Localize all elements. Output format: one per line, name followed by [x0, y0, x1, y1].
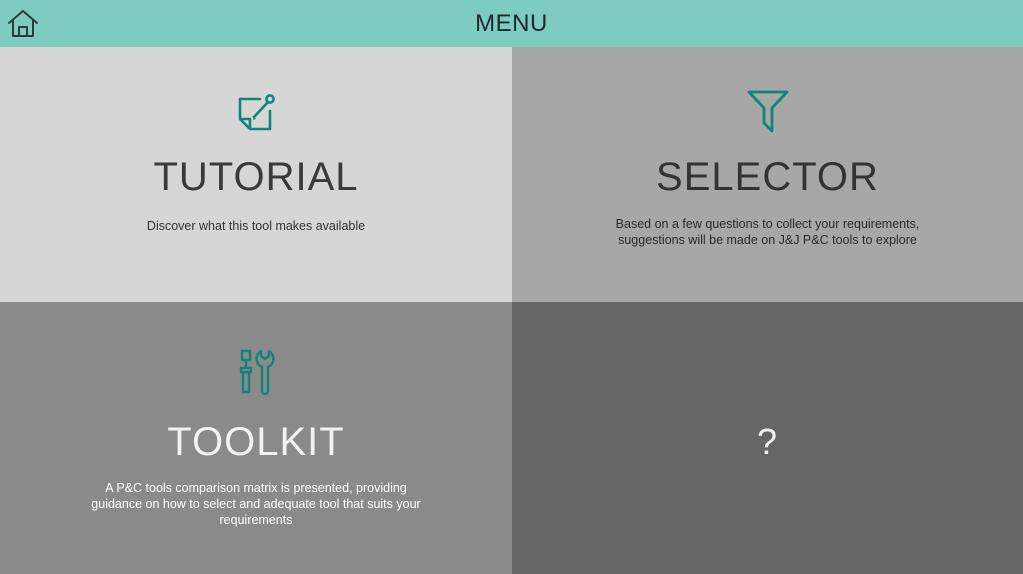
- page-title: MENU: [475, 10, 548, 37]
- toolkit-title: TOOLKIT: [167, 420, 345, 464]
- home-button[interactable]: [6, 8, 40, 40]
- toolkit-tile[interactable]: TOOLKIT A P&C tools comparison matrix is…: [0, 302, 512, 574]
- tutorial-title: TUTORIAL: [153, 155, 359, 199]
- selector-title: SELECTOR: [656, 155, 879, 199]
- selector-tile[interactable]: SELECTOR Based on a few questions to col…: [512, 47, 1023, 302]
- unknown-title: ?: [756, 421, 779, 462]
- tutorial-description: Discover what this tool makes available: [146, 219, 366, 233]
- menu-screen: MENU TUTORIAL Discover what this tool ma…: [0, 0, 1023, 574]
- tutorial-tile[interactable]: TUTORIAL Discover what this tool makes a…: [0, 47, 512, 302]
- toolkit-description: A P&C tools comparison matrix is present…: [91, 481, 421, 527]
- home-icon: [8, 10, 38, 37]
- unknown-tile[interactable]: ?: [512, 302, 1023, 574]
- selector-description: Based on a few questions to collect your…: [615, 217, 920, 247]
- header-bar: MENU: [0, 0, 1023, 47]
- tools-icon: [239, 349, 275, 396]
- note-pencil-icon: [238, 94, 275, 131]
- filter-icon: [747, 90, 788, 133]
